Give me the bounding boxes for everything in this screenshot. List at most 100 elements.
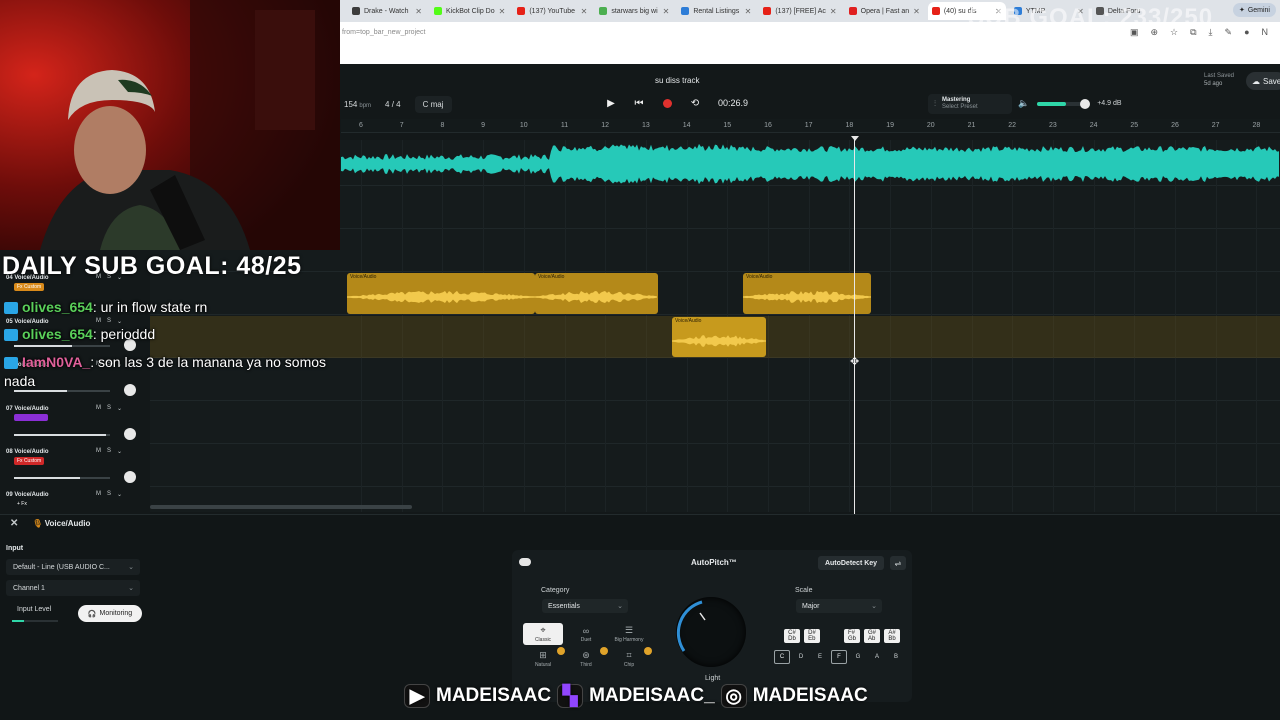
profile-icon[interactable]: ● (1244, 27, 1249, 38)
key-fs[interactable]: F# Gb (844, 629, 860, 643)
browser-tab[interactable]: Drake - Watch ✕ (348, 2, 426, 20)
add-fx-button[interactable]: + Fx (14, 500, 30, 508)
mute-button[interactable]: M (96, 318, 101, 325)
track-header[interactable]: 07 Voice/Audio M S ⌄ (0, 404, 150, 448)
volume-knob[interactable] (1079, 98, 1090, 109)
timeline-ruler[interactable]: 6 7 8 9 10 11 12 13 14 15 16 17 18 19 20 21 22 23 24 25 26 27… (341, 119, 1280, 133)
close-icon[interactable]: ✕ (663, 7, 670, 16)
audio-clip[interactable]: Voice/Audio (347, 273, 535, 314)
solo-button[interactable]: S (107, 448, 111, 455)
mute-button[interactable]: M (96, 405, 101, 412)
record-button[interactable] (660, 96, 674, 110)
chevron-down-icon[interactable]: ⌄ (117, 405, 122, 412)
category-duet[interactable]: ∞ Duet (566, 623, 606, 645)
track-volume-slider[interactable] (14, 434, 110, 436)
close-icon[interactable]: ✕ (745, 7, 752, 16)
audio-clip[interactable]: Voice/Audio (535, 273, 658, 314)
horizontal-scrollbar[interactable] (150, 505, 412, 509)
audio-clip[interactable]: Voice/Audio (672, 317, 766, 357)
mastering-button[interactable]: ⫶ Mastering Select Preset (928, 94, 1012, 114)
browser-tab[interactable]: Rental Listings ✕ (677, 2, 755, 20)
fx-badge[interactable]: Fx Custom (14, 283, 45, 291)
time-signature[interactable]: 4 / 4 (385, 100, 401, 109)
close-icon[interactable]: ✕ (10, 518, 18, 529)
speaker-icon[interactable]: 🔈 (1018, 98, 1029, 109)
key-e[interactable]: E (812, 650, 828, 664)
settings-sliders-icon[interactable]: ⇌ (890, 556, 906, 570)
track-volume-slider[interactable] (14, 345, 110, 347)
pan-knob[interactable] (124, 428, 136, 440)
mute-button[interactable]: M (96, 448, 101, 455)
track-volume-slider[interactable] (14, 477, 110, 479)
browser-tab[interactable]: starwars big wi ✕ (595, 2, 673, 20)
category-select[interactable]: Essentials ⌄ (542, 599, 628, 613)
gemini-button[interactable]: ✦ Gemini (1232, 3, 1276, 17)
close-icon[interactable]: ✕ (913, 7, 920, 16)
track-header[interactable]: 09 Voice/Audio M S ⌄ + Fx (0, 490, 150, 510)
solo-button[interactable]: S (107, 405, 111, 412)
chevron-down-icon[interactable]: ⌄ (117, 491, 122, 498)
scale-select[interactable]: Major ⌄ (796, 599, 882, 613)
save-button[interactable]: ☁ Save (1246, 72, 1280, 90)
play-icon[interactable]: ▶ (604, 96, 618, 110)
fx-badge[interactable]: Fx Custom (14, 457, 45, 465)
channel-select[interactable]: Channel 1 ⌄ (6, 580, 140, 596)
key-as[interactable]: A# Bb (884, 629, 900, 643)
key-a[interactable]: A (869, 650, 885, 664)
playhead-handle[interactable] (851, 136, 859, 141)
chevron-down-icon[interactable]: ⌄ (117, 448, 122, 455)
chat-text: ur in flow state rn (100, 299, 208, 315)
monitoring-button[interactable]: 🎧 Monitoring (78, 605, 142, 622)
category-option-label: Third (580, 662, 592, 668)
menu-icon[interactable]: N (1262, 27, 1269, 38)
category-classic[interactable]: ⌖ Classic (523, 623, 563, 645)
chevron-down-icon[interactable]: ⌄ (117, 318, 122, 325)
chat-colon: : (90, 354, 98, 370)
key-b[interactable]: B (888, 650, 904, 664)
close-icon[interactable]: ✕ (415, 7, 422, 16)
pen-icon[interactable]: ✎ (1225, 27, 1233, 38)
scale-value: Major (802, 602, 820, 610)
input-device-select[interactable]: Default - Line (USB AUDIO C... ⌄ (6, 559, 140, 575)
close-icon[interactable]: ✕ (830, 7, 837, 16)
key-d[interactable]: D (793, 650, 809, 664)
volume-slider[interactable] (1037, 98, 1090, 109)
loop-icon[interactable]: ⟲ (688, 96, 702, 110)
autodetect-key-button[interactable]: AutoDetect Key (818, 556, 884, 570)
browser-tab[interactable]: KickBot Clip Do ✕ (430, 2, 509, 20)
key-c[interactable]: C (774, 650, 790, 664)
browser-tab[interactable]: (137) [FREE] Ac ✕ (759, 2, 840, 20)
key-cs[interactable]: C# Db (784, 629, 800, 643)
beat-waveform[interactable] (341, 143, 1280, 185)
key-gs[interactable]: G# Ab (864, 629, 880, 643)
playhead[interactable] (854, 136, 855, 514)
transport-controls: ▶ ⏮ ⟲ 00:26.9 (604, 96, 748, 110)
mute-button[interactable]: M (96, 491, 101, 498)
skip-back-icon[interactable]: ⏮ (632, 96, 646, 110)
tempo-display[interactable]: 154 bpm (344, 100, 371, 109)
ruler-tick: 10 (519, 122, 528, 129)
autopitch-toggle[interactable] (519, 558, 531, 566)
category-chip[interactable]: ⌗ Chip (609, 648, 649, 670)
close-icon[interactable]: ✕ (499, 7, 506, 16)
close-icon[interactable]: ✕ (581, 7, 588, 16)
key-f[interactable]: F (831, 650, 847, 664)
category-big-harmony[interactable]: ☰ Big Harmony (609, 623, 649, 645)
track-header[interactable]: 08 Voice/Audio M S ⌄ Fx Custom (0, 447, 150, 491)
solo-button[interactable]: S (107, 318, 111, 325)
key-selector[interactable]: C maj (414, 96, 452, 113)
lane[interactable] (150, 444, 1280, 487)
ruler-tick: 19 (886, 122, 894, 129)
lane[interactable] (150, 401, 1280, 444)
browser-tab[interactable]: Opera | Fast an ✕ (845, 2, 924, 20)
key-g[interactable]: G (850, 650, 866, 664)
clip-waveform-shape (672, 335, 766, 347)
browser-tab[interactable]: (137) YouTube ✕ (513, 2, 591, 20)
project-title[interactable]: su diss track (655, 76, 699, 85)
url-text[interactable]: from=top_bar_new_project (342, 29, 425, 36)
pan-knob[interactable] (124, 471, 136, 483)
audio-clip[interactable]: Voice/Audio (743, 273, 871, 314)
solo-button[interactable]: S (107, 491, 111, 498)
fx-badge[interactable] (14, 414, 48, 421)
key-ds[interactable]: D# Eb (804, 629, 820, 643)
